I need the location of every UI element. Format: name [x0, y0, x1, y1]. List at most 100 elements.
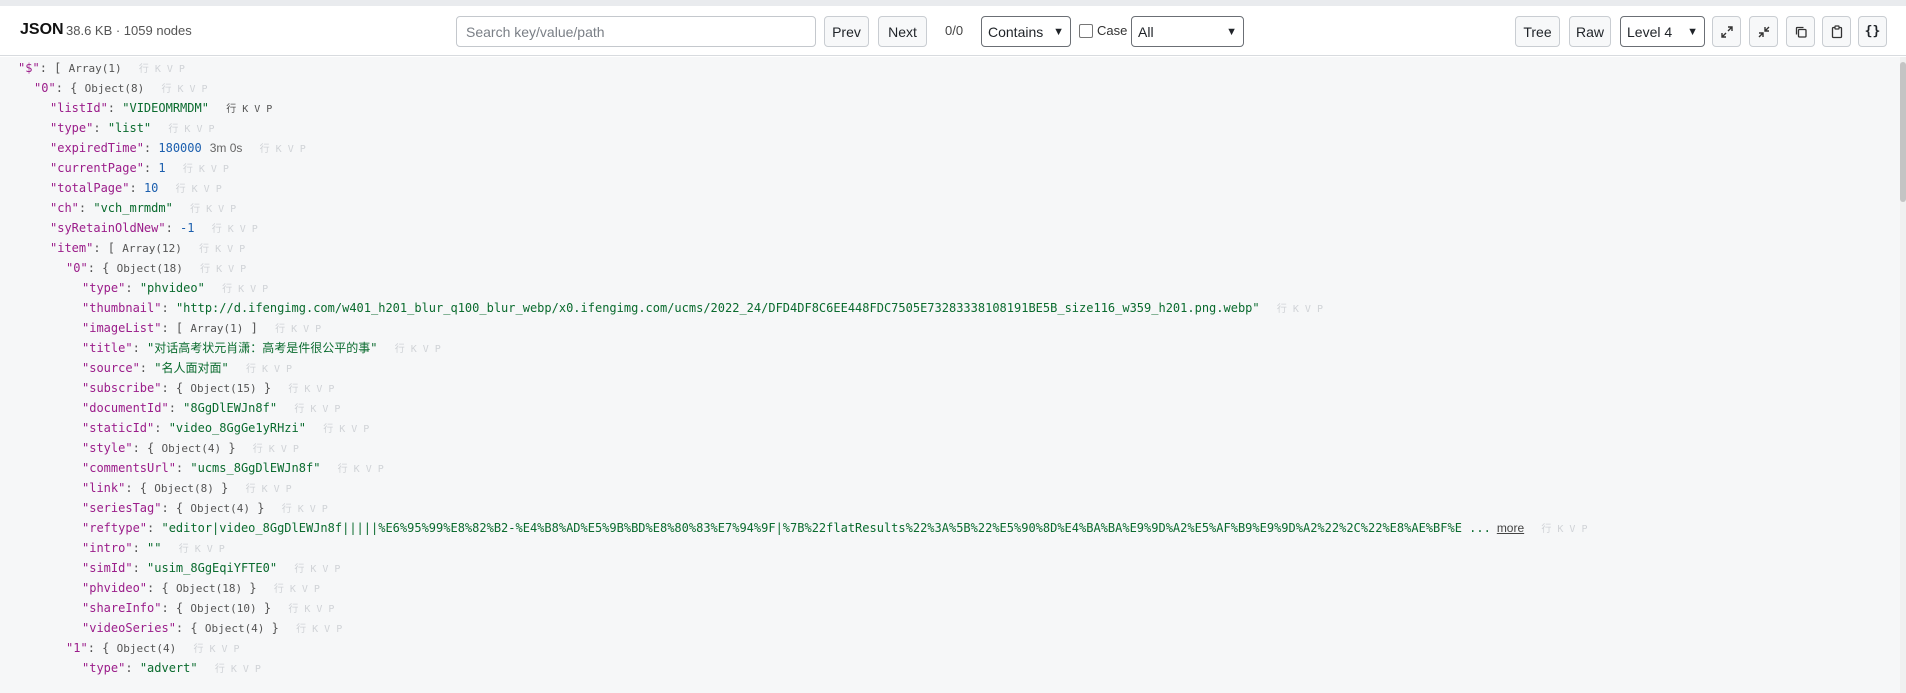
row-actions[interactable]: 行KVP [294, 564, 346, 575]
tree-row[interactable]: "style": { Object(4) } 行KVP [82, 438, 305, 458]
match-mode-select[interactable]: Contains ▼ [981, 16, 1071, 47]
tree-row[interactable]: "type": "list" 行KVP [50, 118, 221, 138]
row-actions[interactable]: 行KVP [176, 184, 228, 195]
paste-button[interactable] [1822, 16, 1851, 47]
tree-row[interactable]: "$": [ Array(1) 行KVP [18, 58, 191, 78]
type-badge: Object(8) [84, 82, 145, 95]
scope-select[interactable]: All ▼ [1131, 16, 1244, 47]
tree-key: "style" [82, 441, 133, 455]
tree-row[interactable]: "type": "advert" 行KVP [82, 658, 267, 678]
tree-value: "video_8GgGe1yRHzi" [168, 421, 306, 435]
row-actions[interactable]: 行KVP [1541, 524, 1593, 535]
row-actions[interactable]: 行KVP [193, 644, 245, 655]
tree-row[interactable]: "totalPage": 10 行KVP [50, 178, 228, 198]
tree-row[interactable]: "intro": "" 行KVP [82, 538, 231, 558]
row-actions[interactable]: 行KVP [294, 404, 346, 415]
row-actions[interactable]: 行KVP [246, 484, 298, 495]
row-actions[interactable]: 行KVP [1277, 304, 1329, 315]
row-actions[interactable]: 行KVP [161, 84, 213, 95]
app-title: JSON [20, 21, 64, 38]
tree-row[interactable]: "title": "对话高考状元肖潇：高考是件很公平的事" 行KVP [82, 338, 447, 358]
tree-row[interactable]: "thumbnail": "http://d.ifengimg.com/w401… [82, 298, 1329, 318]
type-badge: Object(18) [116, 262, 183, 275]
case-toggle[interactable]: Case [1079, 23, 1127, 38]
tree-row[interactable]: "imageList": [ Array(1) ] 行KVP [82, 318, 327, 338]
row-actions[interactable]: 行KVP [246, 364, 298, 375]
tree-row[interactable]: "seriesTag": { Object(4) } 行KVP [82, 498, 334, 518]
row-actions[interactable]: 行KVP [199, 244, 251, 255]
tree-row[interactable]: "staticId": "video_8GgGe1yRHzi" 行KVP [82, 418, 375, 438]
tree-row[interactable]: "videoSeries": { Object(4) } 行KVP [82, 618, 348, 638]
row-actions[interactable]: 行KVP [288, 384, 340, 395]
tree-row[interactable]: "1": { Object(4) 行KVP [66, 638, 246, 658]
tree-row[interactable]: "listId": "VIDEOMRMDM" 行KVP [50, 98, 278, 118]
tree-row[interactable]: "commentsUrl": "ucms_8GgDlEWJn8f" 行KVP [82, 458, 390, 478]
row-actions[interactable]: 行KVP [395, 344, 447, 355]
row-actions[interactable]: 行KVP [222, 284, 274, 295]
tree-row[interactable]: "simId": "usim_8GgEqiYFTE0" 行KVP [82, 558, 346, 578]
raw-view-button[interactable]: Raw [1569, 16, 1611, 47]
tree-value: "" [147, 541, 162, 555]
tree-row[interactable]: "syRetainOldNew": -1 行KVP [50, 218, 264, 238]
row-actions[interactable]: 行KVP [274, 584, 326, 595]
chevron-down-icon: ▼ [1053, 25, 1064, 38]
row-actions[interactable]: 行KVP [323, 424, 375, 435]
tree-view-button[interactable]: Tree [1515, 16, 1560, 47]
tree-row[interactable]: "ch": "vch_mrmdm" 行KVP [50, 198, 242, 218]
type-badge: Array(1) [68, 62, 122, 75]
row-actions[interactable]: 行KVP [282, 504, 334, 515]
tree-row[interactable]: "expiredTime": 180000 3m 0s 行KVP [50, 138, 312, 158]
row-actions[interactable]: 行KVP [168, 124, 220, 135]
tree-key: "seriesTag" [82, 501, 162, 515]
tree-row[interactable]: "0": { Object(18) 行KVP [66, 258, 252, 278]
row-actions[interactable]: 行KVP [288, 604, 340, 615]
json-tree: "$": [ Array(1) 行KVP "0": { Object(8) 行K… [0, 57, 1906, 693]
tree-key: "simId" [82, 561, 133, 575]
tree-row[interactable]: "subscribe": { Object(15) } 行KVP [82, 378, 340, 398]
row-actions[interactable]: 行KVP [179, 544, 231, 555]
type-badge: Array(12) [122, 242, 182, 255]
copy-button[interactable] [1786, 16, 1815, 47]
expand-all-button[interactable] [1712, 16, 1741, 47]
row-actions[interactable]: 行KVP [215, 664, 267, 675]
row-actions[interactable]: 行KVP [296, 624, 348, 635]
row-actions[interactable]: 行KVP [253, 444, 305, 455]
tree-row[interactable]: "reftype": "editor|video_8GgDlEWJn8f||||… [82, 518, 1593, 538]
tree-row[interactable]: "item": [ Array(12) 行KVP [50, 238, 251, 258]
tree-key: "staticId" [82, 421, 155, 435]
tree-row[interactable]: "currentPage": 1 行KVP [50, 158, 235, 178]
next-button[interactable]: Next [878, 16, 927, 47]
tree-value: "advert" [139, 661, 198, 675]
tree-value: "list" [107, 121, 152, 135]
type-badge: Object(15) [190, 382, 257, 395]
tree-row[interactable]: "shareInfo": { Object(10) } 行KVP [82, 598, 340, 618]
row-actions[interactable]: 行KVP [338, 464, 390, 475]
format-button[interactable]: {} [1858, 16, 1887, 47]
tree-row[interactable]: "phvideo": { Object(18) } 行KVP [82, 578, 326, 598]
tree-row[interactable]: "link": { Object(8) } 行KVP [82, 478, 298, 498]
level-select[interactable]: Level 4 ▼ [1620, 16, 1705, 47]
row-actions[interactable]: 行KVP [260, 144, 312, 155]
more-link[interactable]: more [1497, 521, 1524, 535]
tree-row[interactable]: "0": { Object(8) 行KVP [34, 78, 214, 98]
chevron-down-icon: ▼ [1687, 25, 1698, 38]
search-input[interactable] [456, 16, 816, 47]
case-checkbox[interactable] [1079, 23, 1093, 38]
tree-row[interactable]: "documentId": "8GgDlEWJn8f" 行KVP [82, 398, 346, 418]
row-actions[interactable]: 行KVP [275, 324, 327, 335]
collapse-all-button[interactable] [1749, 16, 1778, 47]
tree-row[interactable]: "type": "phvideo" 行KVP [82, 278, 274, 298]
row-actions[interactable]: 行KVP [139, 64, 191, 75]
tree-row[interactable]: "source": "名人面对面" 行KVP [82, 358, 298, 378]
row-actions[interactable]: 行KVP [226, 104, 278, 115]
prev-button[interactable]: Prev [824, 16, 869, 47]
row-actions[interactable]: 行KVP [190, 204, 242, 215]
scrollbar-thumb[interactable] [1900, 62, 1906, 202]
row-actions[interactable]: 行KVP [183, 164, 235, 175]
tree-key: "listId" [50, 101, 108, 115]
row-actions[interactable]: 行KVP [200, 264, 252, 275]
tree-key: "title" [82, 341, 133, 355]
toolbar: JSON 38.6 KB · 1059 nodes Prev Next 0/0 … [0, 6, 1906, 56]
tree-value: "VIDEOMRMDM" [122, 101, 209, 115]
row-actions[interactable]: 行KVP [212, 224, 264, 235]
